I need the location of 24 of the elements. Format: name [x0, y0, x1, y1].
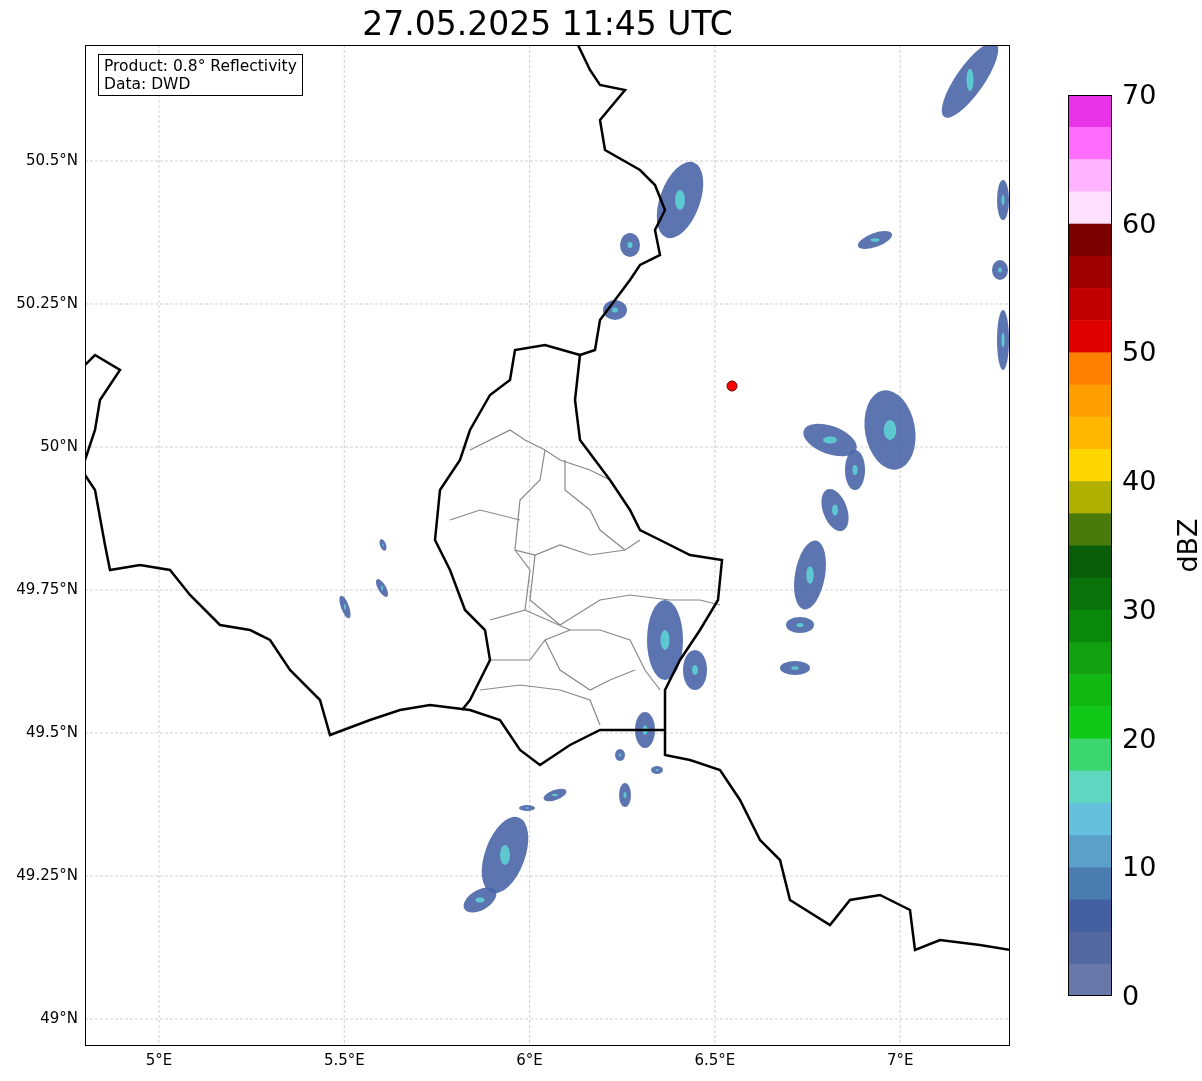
- longitude-label: 5.5°E: [322, 1051, 366, 1069]
- colorbar-tick-label: 60: [1122, 207, 1157, 240]
- longitude-label: 7°E: [885, 1051, 915, 1069]
- latitude-label: 50°N: [39, 437, 78, 455]
- latitude-label: 50.5°N: [24, 151, 78, 169]
- colorbar-label: dBZ: [1171, 518, 1202, 573]
- info-text: Data: DWD: [104, 75, 192, 93]
- chart-title: 27.05.2025 11:45 UTC: [361, 4, 734, 43]
- colorbar-tick-label: 40: [1122, 465, 1157, 498]
- longitude-label: 5°E: [144, 1051, 174, 1069]
- longitude-label: 6°E: [515, 1051, 544, 1069]
- colorbar-tick-label: 70: [1122, 79, 1157, 111]
- colorbar-tick-label: 50: [1122, 336, 1157, 369]
- latitude-label: 49°N: [39, 1009, 78, 1027]
- info-text: Product: 0.8° Reflectivity: [104, 57, 297, 75]
- latitude-label: 49.25°N: [15, 866, 78, 884]
- latitude-label: 50.25°N: [15, 294, 78, 312]
- longitude-label: 6.5°E: [693, 1051, 737, 1069]
- colorbar-tick-label: 0: [1122, 980, 1140, 1012]
- latitude-label: 49.75°N: [15, 580, 78, 598]
- latitude-label: 49.5°N: [24, 723, 78, 741]
- colorbar-tick-label: 10: [1122, 851, 1157, 884]
- colorbar-tick-label: 20: [1122, 722, 1157, 755]
- colorbar-tick-label: 30: [1122, 593, 1157, 626]
